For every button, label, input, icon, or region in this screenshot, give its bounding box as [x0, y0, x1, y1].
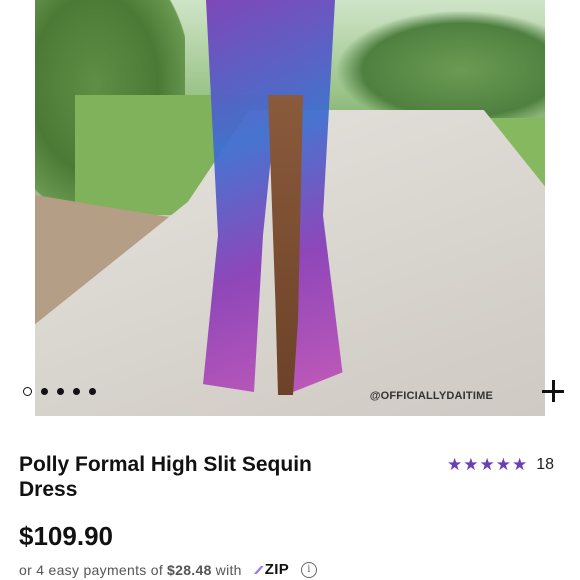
carousel-dot[interactable]	[73, 388, 80, 395]
carousel-dot[interactable]	[89, 388, 96, 395]
zip-logo-text: ZIP	[264, 561, 290, 578]
carousel-dot[interactable]	[23, 387, 32, 396]
installment-prefix: or 4 easy payments of	[19, 561, 164, 578]
photo-watermark: @OFFICIALLYDAITIME	[369, 390, 493, 402]
installment-with: with	[215, 561, 242, 578]
product-rating[interactable]: ★★★★★ 18	[447, 455, 554, 475]
carousel-dots	[23, 387, 96, 396]
plus-icon[interactable]	[542, 380, 564, 402]
installment-amount: $28.48	[167, 561, 212, 578]
star-rating-icon: ★★★★★	[447, 455, 529, 474]
carousel-dot[interactable]	[41, 388, 48, 395]
product-image[interactable]: @OFFICIALLYDAITIME	[35, 0, 545, 416]
zip-logo: ZIP	[253, 561, 290, 578]
info-icon[interactable]: i	[301, 561, 318, 578]
carousel-dot[interactable]	[57, 388, 64, 395]
installment-info: or 4 easy payments of $28.48 with ZIP i	[19, 561, 318, 578]
product-title: Polly Formal High Slit Sequin Dress	[19, 453, 312, 501]
product-price: $109.90	[19, 521, 113, 551]
review-count: 18	[536, 456, 554, 473]
zip-mark-icon	[253, 566, 264, 575]
